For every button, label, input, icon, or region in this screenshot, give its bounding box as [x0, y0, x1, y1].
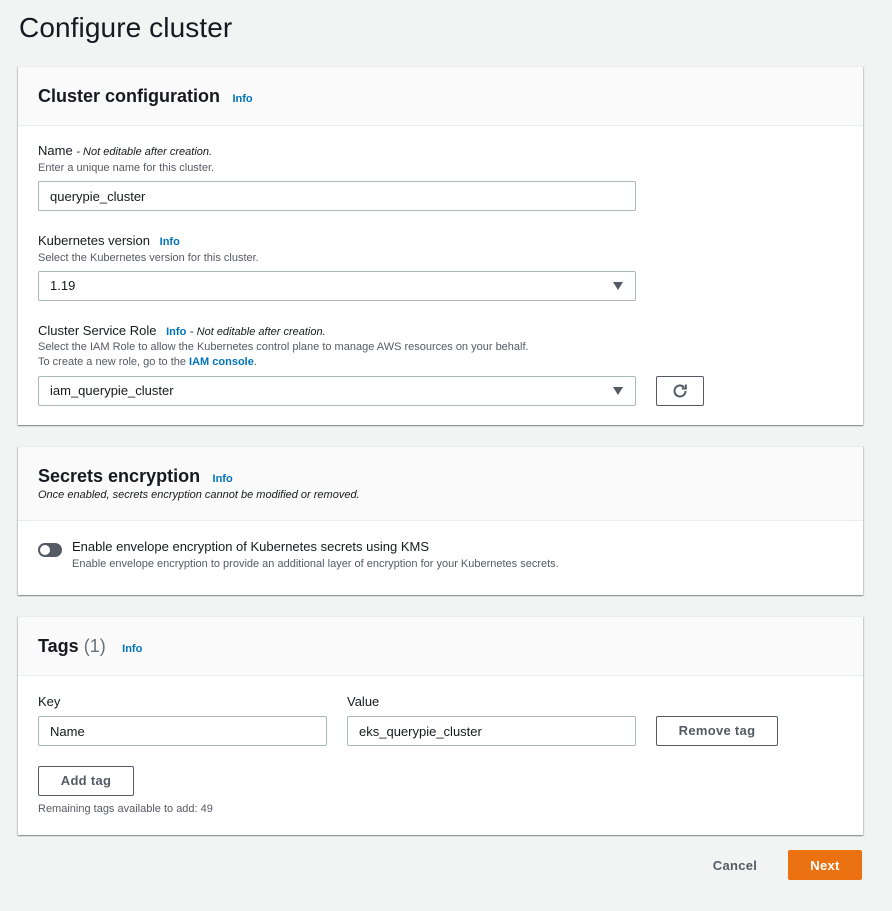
panel-header: Cluster configuration Info [18, 67, 863, 126]
iam-console-link[interactable]: IAM console [189, 356, 254, 368]
add-tag-button[interactable]: Add tag [38, 766, 134, 796]
next-button[interactable]: Next [788, 850, 862, 880]
remaining-tags-text: Remaining tags available to add: 49 [38, 803, 213, 815]
kubernetes-version-label: Kubernetes version Info [38, 233, 180, 248]
caret-down-icon [613, 387, 623, 395]
toggle-label: Enable envelope encryption of Kubernetes… [72, 539, 429, 554]
service-role-description: Select the IAM Role to allow the Kuberne… [38, 341, 529, 353]
service-role-select[interactable]: iam_querypie_cluster [38, 376, 636, 406]
info-link[interactable]: Info [166, 326, 186, 338]
value-header: Value [347, 694, 380, 709]
panel-header: Secrets encryption Info Once enabled, se… [18, 447, 863, 521]
info-link[interactable]: Info [213, 473, 233, 485]
cluster-configuration-panel: Cluster configuration Info Name - Not ed… [18, 66, 863, 425]
tag-value-input[interactable] [347, 716, 636, 746]
service-role-note: - Not editable after creation. [189, 326, 326, 338]
remove-tag-button[interactable]: Remove tag [656, 716, 778, 746]
toggle-knob [40, 545, 50, 555]
key-header: Key [38, 694, 61, 709]
panel-title: Secrets encryption [38, 466, 201, 486]
page-title: Configure cluster [19, 12, 233, 43]
secrets-description: Once enabled, secrets encryption cannot … [38, 489, 360, 501]
panel-title: Tags (1) [38, 636, 106, 656]
secrets-encryption-panel: Secrets encryption Info Once enabled, se… [18, 446, 863, 595]
name-description: Enter a unique name for this cluster. [38, 162, 215, 174]
info-link[interactable]: Info [232, 93, 252, 105]
toggle-description: Enable envelope encryption to provide an… [72, 558, 559, 570]
kubernetes-version-value: 1.19 [50, 278, 76, 293]
service-role-description-2: To create a new role, go to the IAM cons… [38, 356, 257, 368]
name-note: - Not editable after creation. [76, 146, 213, 158]
kubernetes-version-select[interactable]: 1.19 [38, 271, 636, 301]
service-role-label: Cluster Service Role Info - Not editable… [38, 323, 326, 338]
caret-down-icon [613, 282, 623, 290]
tags-panel: Tags (1) Info Key Value Remove tag Add t… [18, 616, 863, 835]
refresh-roles-button[interactable] [656, 376, 704, 406]
panel-title: Cluster configuration [38, 86, 221, 106]
service-role-value: iam_querypie_cluster [50, 383, 174, 398]
tag-count: (1) [83, 636, 106, 656]
cluster-name-input[interactable] [38, 181, 636, 211]
tag-key-input[interactable] [38, 716, 327, 746]
refresh-icon [673, 384, 687, 398]
panel-header: Tags (1) Info [18, 617, 863, 676]
name-label: Name - Not editable after creation. [38, 143, 213, 158]
info-link[interactable]: Info [160, 236, 180, 248]
info-link[interactable]: Info [122, 643, 142, 655]
kubernetes-version-description: Select the Kubernetes version for this c… [38, 252, 259, 264]
envelope-encryption-toggle[interactable] [38, 543, 62, 557]
cancel-button[interactable]: Cancel [700, 851, 770, 881]
